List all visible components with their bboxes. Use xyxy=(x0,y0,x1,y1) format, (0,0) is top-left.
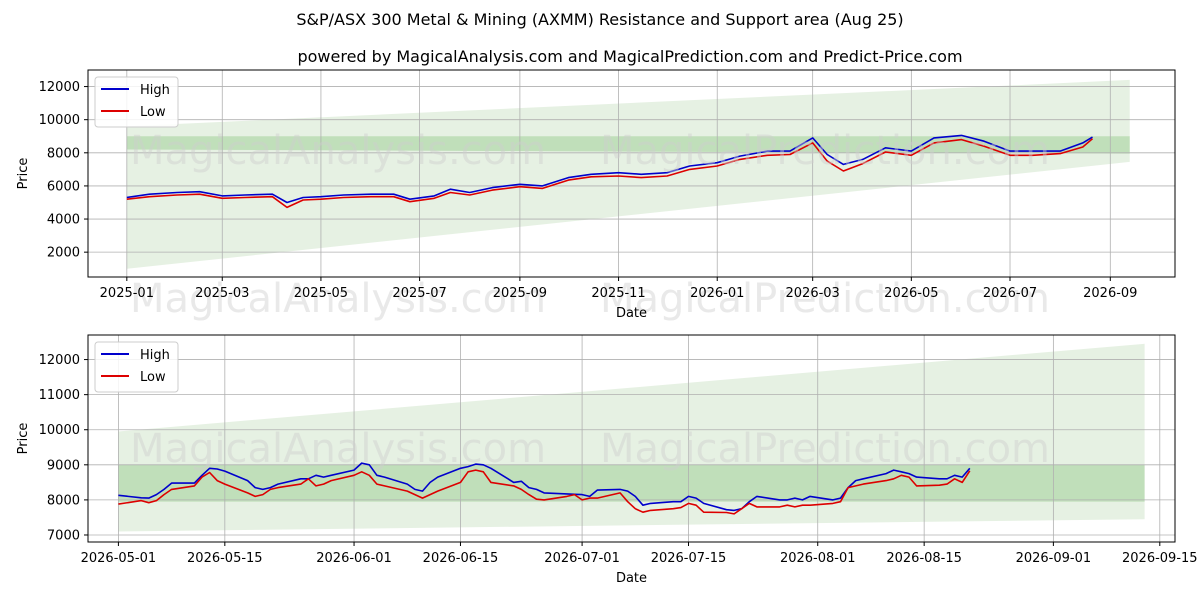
x-axis-label: Date xyxy=(616,571,647,586)
chart-title: S&P/ASX 300 Metal & Mining (AXMM) Resist… xyxy=(296,10,903,29)
x-tick-label: 2026-07-01 xyxy=(544,551,620,566)
x-tick-label: 2026-06-15 xyxy=(423,551,499,566)
y-tick-label: 10000 xyxy=(39,113,80,128)
y-tick-label: 8000 xyxy=(47,146,80,161)
legend-label-high: High xyxy=(140,83,170,98)
y-tick-label: 2000 xyxy=(47,246,80,261)
x-tick-label: 2026-06-01 xyxy=(316,551,392,566)
forecast-band-wide xyxy=(126,79,1130,269)
legend-label-low: Low xyxy=(140,105,166,120)
legend-label-high: High xyxy=(140,348,170,363)
y-tick-label: 10000 xyxy=(39,423,80,438)
legend-label-low: Low xyxy=(140,370,166,385)
chart-canvas: S&P/ASX 300 Metal & Mining (AXMM) Resist… xyxy=(16,10,1198,586)
x-tick-label: 2025-09 xyxy=(493,286,547,301)
watermark: MagicalAnalysis.com xyxy=(130,128,546,174)
x-tick-label: 2026-05-15 xyxy=(187,551,263,566)
y-tick-label: 11000 xyxy=(39,388,80,403)
y-tick-label: 6000 xyxy=(47,179,80,194)
y-tick-label: 4000 xyxy=(47,213,80,228)
y-axis-label: Price xyxy=(16,158,31,190)
panel-recent: MagicalAnalysis.com MagicalPrediction.com… xyxy=(16,334,1198,586)
x-tick-label: 2025-07 xyxy=(392,286,446,301)
y-tick-label: 12000 xyxy=(39,353,80,368)
y-tick-label: 8000 xyxy=(47,493,80,508)
y-axis-label: Price xyxy=(16,423,31,455)
x-tick-label: 2025-11 xyxy=(591,286,645,301)
x-tick-label: 2025-05 xyxy=(294,286,348,301)
panel-full-range: MagicalAnalysis.com MagicalPrediction.com… xyxy=(16,69,1176,322)
x-tick-label: 2025-01 xyxy=(100,286,154,301)
x-tick-label: 2026-09-01 xyxy=(1016,551,1092,566)
y-tick-label: 12000 xyxy=(39,80,80,95)
x-tick-label: 2026-01 xyxy=(690,286,744,301)
watermark: MagicalPrediction.com xyxy=(600,128,1050,174)
x-axis-label: Date xyxy=(616,306,647,321)
x-tick-label: 2026-05 xyxy=(884,286,938,301)
x-tick-label: 2026-05-01 xyxy=(81,551,157,566)
chart-subtitle: powered by MagicalAnalysis.com and Magic… xyxy=(297,47,962,66)
x-tick-label: 2026-09 xyxy=(1083,286,1137,301)
watermark: MagicalAnalysis.com xyxy=(130,426,546,472)
watermark: MagicalPrediction.com xyxy=(600,426,1050,472)
x-tick-label: 2026-08-15 xyxy=(886,551,962,566)
x-tick-label: 2025-03 xyxy=(195,286,249,301)
x-tick-label: 2026-07 xyxy=(983,286,1037,301)
y-tick-label: 9000 xyxy=(47,458,80,473)
x-tick-label: 2026-08-01 xyxy=(780,551,856,566)
x-tick-label: 2026-03 xyxy=(786,286,840,301)
y-tick-label: 7000 xyxy=(47,528,80,543)
x-tick-label: 2026-07-15 xyxy=(651,551,727,566)
x-tick-label: 2026-09-15 xyxy=(1122,551,1198,566)
